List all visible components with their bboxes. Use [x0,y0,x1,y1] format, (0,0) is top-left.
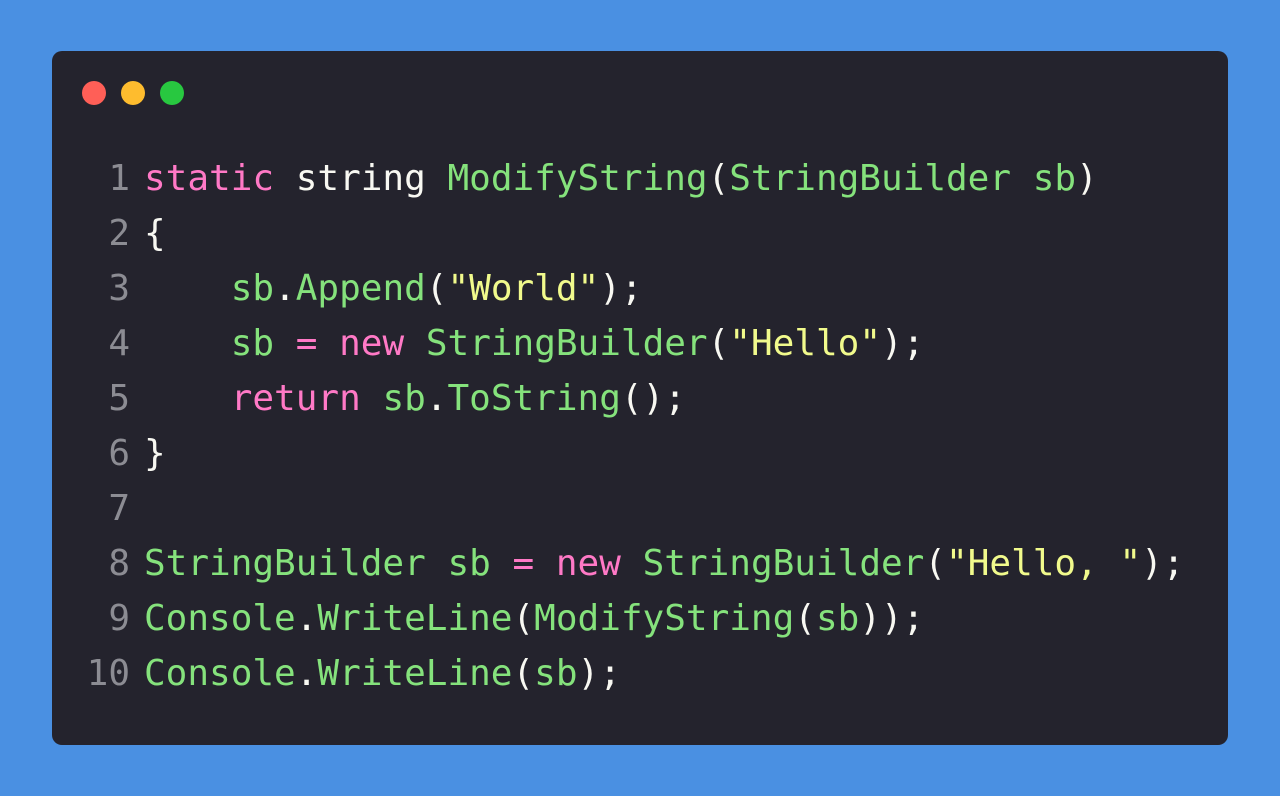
code-token: } [144,433,166,474]
maximize-window-button[interactable] [160,81,184,105]
code-token: return [230,378,361,419]
code-token: )); [859,598,925,639]
code-line: 9 Console.WriteLine(ModifyString(sb)); [52,591,1184,646]
code-token: ); [599,268,643,309]
code-token: . [274,268,296,309]
code-token: "Hello, " [946,543,1142,584]
code-line: 1 static string ModifyString(StringBuilde… [52,151,1184,206]
code-token: (); [620,378,686,419]
code-token: ) [1076,158,1098,199]
code-token: ); [1141,543,1185,584]
code-line: 6} [52,426,1184,481]
code-token: sb [230,268,275,309]
line-number: 9 [108,598,130,639]
code-token: sb [815,598,860,639]
code-token: ModifyString [447,158,708,199]
code-token: StringBuilder [425,323,708,364]
code-token: string [295,158,426,199]
code-token: StringBuilder [144,543,426,584]
code-text: StringBuilder sb = new StringBuilder("He… [144,543,1184,584]
code-token: ( [707,323,730,364]
code-token: ( [512,653,535,694]
code-token: . [295,653,318,694]
code-token: . [425,378,448,419]
code-token: sb [534,653,578,694]
code-token: ); [577,653,621,694]
code-line: 4 sb = new StringBuilder("Hello"); [52,316,1184,371]
code-token: new [555,543,621,584]
line-number: 5 [108,378,130,419]
code-token: ToString [447,378,621,419]
code-token: StringBuilder [642,543,925,584]
code-token: ); [881,323,925,364]
code-token: Console [144,598,296,639]
code-token: ( [425,268,448,309]
code-text: static string ModifyString(StringBuilder… [144,158,1098,199]
code-text: Console.WriteLine(ModifyString(sb)); [144,598,924,639]
code-token: = [512,543,535,584]
code-token: sb [382,378,426,419]
code-text: sb.Append("World"); [144,268,643,309]
code-text: sb = new StringBuilder("Hello"); [144,323,925,364]
code-token: static [144,158,275,199]
code-token: ( [707,158,730,199]
line-number: 1 [108,158,130,199]
code-token: sb [230,323,275,364]
code-line: 3 sb.Append("World"); [52,261,1184,316]
code-text: return sb.ToString(); [144,378,686,419]
code-token: { [144,213,166,254]
line-number: 10 [86,653,130,694]
code-token: sb [447,543,491,584]
code-line: 8 StringBuilder sb = new StringBuilder("H… [52,536,1184,591]
code-token: sb [1032,158,1077,199]
code-token: . [295,598,318,639]
code-token: Append [295,268,426,309]
code-text: Console.WriteLine(sb); [144,653,621,694]
code-token: ( [794,598,816,639]
code-token: "World" [447,268,600,309]
line-number: 2 [108,213,130,254]
code-line: 10 Console.WriteLine(sb); [52,646,1184,701]
line-number: 3 [108,268,130,309]
minimize-window-button[interactable] [121,81,145,105]
line-number: 6 [108,433,130,474]
line-number: 4 [108,323,130,364]
code-token: Console [144,653,296,694]
code-token: ( [924,543,947,584]
code-line: 7 [52,481,1184,536]
code-token: WriteLine [317,598,513,639]
close-window-button[interactable] [82,81,106,105]
code-token: new [339,323,405,364]
code-token: WriteLine [317,653,513,694]
code-block: 1 static string ModifyString(StringBuilde… [52,151,1185,701]
code-token: = [295,323,318,364]
code-line: 2{ [52,206,1184,261]
code-window: 1 static string ModifyString(StringBuilde… [52,51,1228,745]
code-token: ( [512,598,535,639]
code-text: { [144,213,166,254]
code-token: StringBuilder [729,158,1012,199]
code-token: "Hello" [729,323,882,364]
line-number: 7 [108,488,130,529]
code-text: } [144,433,166,474]
line-number: 8 [108,543,130,584]
code-token: ModifyString [534,598,795,639]
code-line: 5 return sb.ToString(); [52,371,1184,426]
